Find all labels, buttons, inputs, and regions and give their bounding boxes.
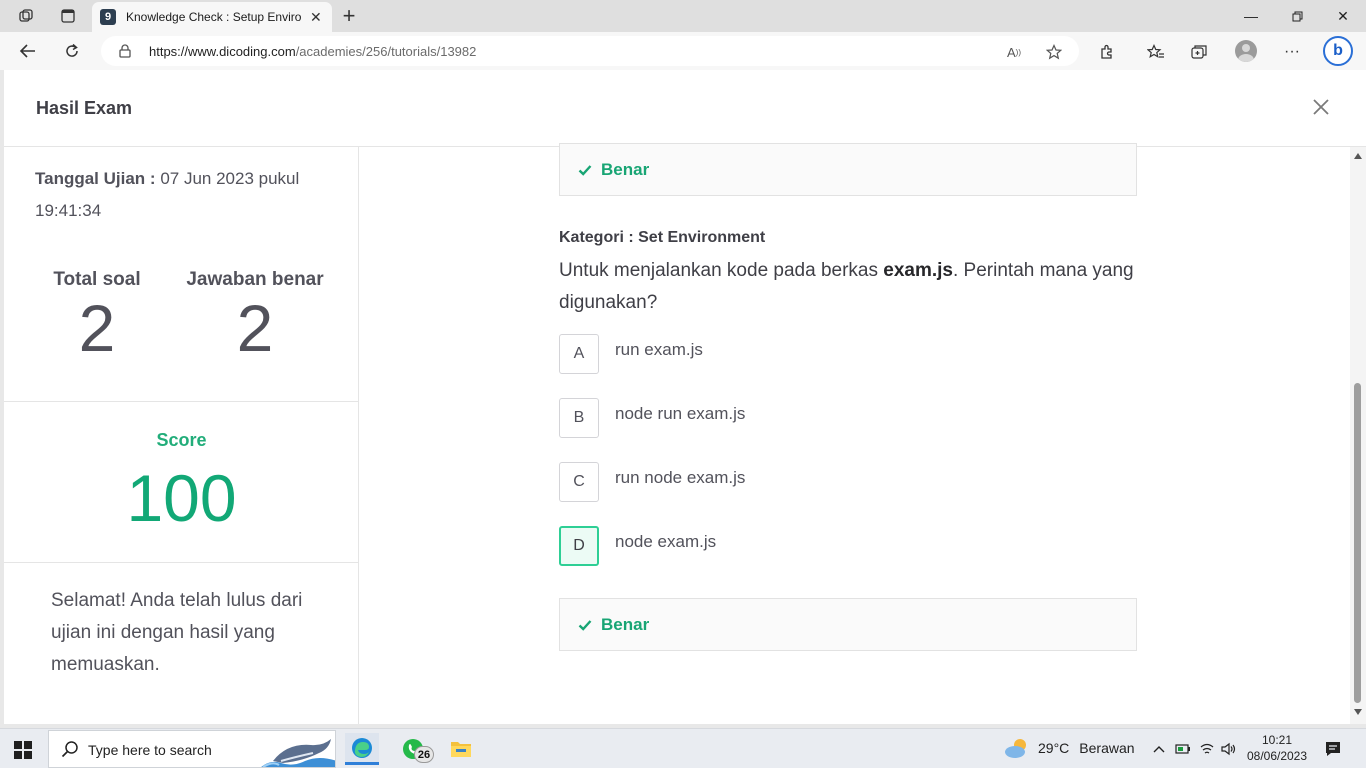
result-label: Benar bbox=[601, 614, 650, 634]
more-options-icon[interactable]: ··· bbox=[1280, 40, 1304, 64]
total-questions-stat: Total soal 2 bbox=[22, 269, 172, 365]
windows-taskbar: Type here to search 26 29°C Berawan 10:2… bbox=[0, 728, 1366, 768]
profile-avatar[interactable] bbox=[1235, 40, 1257, 62]
answer-option: A run exam.js bbox=[559, 334, 1059, 374]
option-letter: C bbox=[559, 462, 599, 502]
clock-time: 10:21 bbox=[1261, 733, 1293, 747]
modal-close-icon[interactable] bbox=[1312, 98, 1334, 120]
whale-illustration-icon bbox=[261, 739, 335, 767]
question-filename: exam.js bbox=[883, 260, 953, 281]
answer-result: Benar bbox=[559, 598, 1137, 651]
url-text: https://www.dicoding.com/academies/256/t… bbox=[149, 43, 477, 59]
window-close-icon[interactable]: ✕ bbox=[1320, 0, 1366, 32]
check-icon bbox=[578, 164, 592, 176]
extensions-icon[interactable] bbox=[1095, 40, 1119, 64]
search-placeholder: Type here to search bbox=[88, 742, 212, 758]
back-icon[interactable] bbox=[14, 38, 42, 64]
browser-tab-bar: 9 Knowledge Check : Setup Environ ✕ + — … bbox=[0, 0, 1366, 32]
answer-option: C run node exam.js bbox=[559, 462, 1059, 502]
restore-icon[interactable] bbox=[1274, 0, 1320, 32]
cloudy-weather-icon bbox=[1005, 739, 1026, 758]
battery-icon[interactable] bbox=[1174, 740, 1192, 758]
divider bbox=[4, 401, 359, 402]
scroll-thumb[interactable] bbox=[1354, 383, 1361, 703]
file-explorer-taskbar-icon[interactable] bbox=[444, 733, 478, 765]
question-text: Untuk menjalankan kode pada berkas exam.… bbox=[559, 260, 1134, 313]
result-summary-panel: Tanggal Ujian : 07 Jun 2023 pukul 19:41:… bbox=[4, 147, 359, 724]
result-label: Benar bbox=[601, 159, 650, 179]
clock-date: 08/06/2023 bbox=[1246, 749, 1308, 763]
scroll-up-icon[interactable] bbox=[1354, 153, 1362, 159]
windows-start-icon[interactable] bbox=[14, 741, 32, 759]
search-icon bbox=[61, 741, 78, 758]
active-tab[interactable]: 9 Knowledge Check : Setup Environ ✕ bbox=[92, 2, 332, 32]
option-letter: A bbox=[559, 334, 599, 374]
bing-chat-icon[interactable]: b bbox=[1323, 36, 1353, 66]
new-tab-icon[interactable]: + bbox=[336, 3, 362, 28]
favorites-icon[interactable] bbox=[1144, 40, 1168, 64]
address-toolbar: https://www.dicoding.com/academies/256/t… bbox=[0, 32, 1366, 70]
divider bbox=[4, 562, 359, 563]
previous-answer-result: Benar bbox=[559, 143, 1137, 196]
answer-option: B node run exam.js bbox=[559, 398, 1059, 438]
correct-answers-stat: Jawaban benar 2 bbox=[180, 269, 330, 365]
option-text: run node exam.js bbox=[615, 468, 746, 487]
collections-icon[interactable] bbox=[1188, 40, 1212, 64]
scroll-down-icon[interactable] bbox=[1354, 709, 1362, 715]
vertical-scrollbar[interactable] bbox=[1350, 147, 1366, 724]
tab-title: Knowledge Check : Setup Environ bbox=[126, 10, 302, 24]
option-text: node exam.js bbox=[615, 532, 717, 551]
weather-temp: 29°C bbox=[1038, 740, 1070, 756]
option-letter: B bbox=[559, 398, 599, 438]
total-questions-label: Total soal bbox=[53, 269, 141, 290]
taskbar-clock[interactable]: 10:21 08/06/2023 bbox=[1240, 732, 1314, 764]
wifi-icon[interactable] bbox=[1198, 740, 1216, 758]
show-hidden-icons-icon[interactable] bbox=[1150, 740, 1168, 758]
option-text: run exam.js bbox=[615, 340, 703, 359]
url-bar[interactable]: https://www.dicoding.com/academies/256/t… bbox=[101, 36, 1079, 66]
question-review-panel: Benar Kategori : Set Environment Untuk m… bbox=[359, 143, 1347, 724]
tab-close-icon[interactable]: ✕ bbox=[310, 9, 322, 26]
weather-widget[interactable]: 29°C Berawan bbox=[1004, 737, 1135, 759]
tab-actions-icon[interactable] bbox=[54, 4, 82, 28]
dicoding-favicon-icon: 9 bbox=[100, 9, 116, 25]
answer-option-selected: D node exam.js bbox=[559, 526, 1059, 566]
option-letter: D bbox=[559, 526, 599, 566]
volume-icon[interactable] bbox=[1220, 740, 1238, 758]
weather-desc: Berawan bbox=[1079, 740, 1135, 756]
question-category: Kategori : Set Environment bbox=[559, 229, 766, 246]
modal-title: Hasil Exam bbox=[36, 98, 133, 118]
exam-result-modal: Hasil Exam Tanggal Ujian : 07 Jun 2023 p… bbox=[4, 70, 1366, 724]
check-icon bbox=[578, 619, 592, 631]
correct-answers-value: 2 bbox=[236, 291, 274, 365]
notifications-icon[interactable] bbox=[1324, 740, 1342, 763]
taskbar-search-box[interactable]: Type here to search bbox=[48, 730, 336, 768]
option-text: node run exam.js bbox=[615, 404, 746, 423]
correct-answers-label: Jawaban benar bbox=[186, 269, 324, 290]
whatsapp-badge: 26 bbox=[414, 746, 434, 763]
page-backdrop: Hasil Exam Tanggal Ujian : 07 Jun 2023 p… bbox=[0, 70, 1366, 728]
favorite-star-icon[interactable] bbox=[1044, 42, 1064, 62]
exam-date-label: Tanggal Ujian : bbox=[35, 169, 156, 188]
workspaces-icon[interactable] bbox=[12, 4, 40, 28]
total-questions-value: 2 bbox=[78, 291, 116, 365]
pass-message: Selamat! Anda telah lulus dari ujian ini… bbox=[51, 590, 303, 675]
refresh-icon[interactable] bbox=[58, 38, 86, 64]
modal-header: Hasil Exam bbox=[4, 70, 1366, 147]
edge-taskbar-icon[interactable] bbox=[345, 733, 379, 765]
lock-icon[interactable] bbox=[119, 44, 131, 63]
minimize-icon[interactable]: — bbox=[1228, 0, 1274, 32]
exam-date: Tanggal Ujian : 07 Jun 2023 pukul 19:41:… bbox=[35, 163, 315, 227]
score-label: Score bbox=[156, 430, 207, 450]
read-aloud-icon[interactable]: A)) bbox=[1004, 42, 1024, 62]
score-value: 100 bbox=[126, 461, 237, 535]
